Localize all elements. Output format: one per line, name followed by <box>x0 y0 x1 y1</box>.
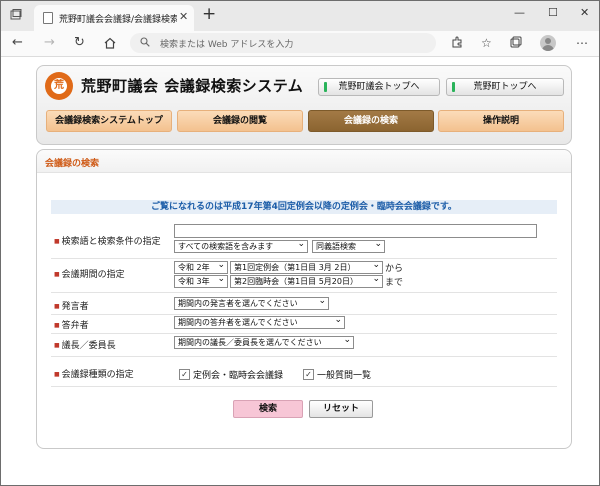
kind-regular-checkbox[interactable]: ✓ <box>179 369 190 380</box>
logo-char: 荒 <box>51 78 67 94</box>
period-from-meeting-select[interactable]: 第1回定例会（第1日目 3月 2日） <box>230 261 383 274</box>
green-bar-icon <box>452 82 455 92</box>
chair-label-text: 議長／委員長 <box>61 341 116 351</box>
extensions-icon[interactable] <box>451 36 463 51</box>
reset-button[interactable]: リセット <box>309 400 373 418</box>
chair-select[interactable]: 期間内の議長／委員長を選んでください <box>174 336 354 349</box>
bullet-icon: ■ <box>54 342 60 349</box>
search-button[interactable]: 検索 <box>233 400 303 418</box>
refresh-icon[interactable]: ↻ <box>74 35 85 50</box>
speaker-label-text: 発言者 <box>61 302 89 312</box>
chair-label: ■ 議長／委員長 <box>54 338 116 351</box>
row-separator <box>51 314 557 315</box>
bullet-icon: ■ <box>54 322 60 329</box>
availability-notice: ご覧になれるのは平成17年第4回定例会以降の定例会・臨時会会議録です。 <box>51 200 557 214</box>
page-content: 荒 荒野町議会 会議録検索システム 荒野町議会トップへ 荒野町トップへ 会議録検… <box>0 57 600 486</box>
kind-general-question-label: 一般質問一覧 <box>317 371 372 381</box>
maximize-icon[interactable]: ☐ <box>548 6 558 19</box>
period-from-suffix: から <box>385 264 404 274</box>
search-panel-header: 会議録の検索 <box>37 150 571 173</box>
tab-search[interactable]: 会議録の検索 <box>308 110 434 132</box>
kind-label-text: 会議録種類の指定 <box>61 370 134 380</box>
tab-browse[interactable]: 会議録の閲覧 <box>177 110 303 132</box>
browser-toolbar: ← → ↻ 検索または Web アドレスを入力 ☆ ⋯ <box>0 31 600 57</box>
row-separator <box>51 356 557 357</box>
council-top-link[interactable]: 荒野町議会トップへ <box>318 78 440 96</box>
tab-system-top[interactable]: 会議録検索システムトップ <box>46 110 172 132</box>
speaker-select[interactable]: 期間内の発言者を選んでください <box>174 297 329 310</box>
keyword-input[interactable] <box>174 224 537 238</box>
search-panel-title: 会議録の検索 <box>45 159 100 169</box>
town-logo-icon: 荒 <box>45 72 73 100</box>
site-header: 荒 荒野町議会 会議録検索システム 荒野町議会トップへ 荒野町トップへ 会議録検… <box>36 65 572 145</box>
answerer-label: ■ 答弁者 <box>54 318 89 331</box>
tab-close-icon[interactable]: ✕ <box>179 10 188 23</box>
council-top-label: 荒野町議会トップへ <box>338 82 420 92</box>
browser-titlebar: 荒野町議会会議録/会議録検索システム ✕ + — ☐ ✕ <box>0 0 600 31</box>
kind-general-question-checkbox[interactable]: ✓ <box>303 369 314 380</box>
period-label: ■ 会議期間の指定 <box>54 267 125 280</box>
window-close-icon[interactable]: ✕ <box>580 6 589 19</box>
tab-actions-icon[interactable] <box>10 9 22 21</box>
search-panel: 会議録の検索 ご覧になれるのは平成17年第4回定例会以降の定例会・臨時会会議録で… <box>36 149 572 449</box>
row-separator <box>51 258 557 259</box>
forward-icon[interactable]: → <box>44 35 55 50</box>
period-to-year-select[interactable]: 令和 3年 <box>174 275 228 288</box>
period-to-meeting-select[interactable]: 第2回臨時会（第1日目 5月20日） <box>230 275 383 288</box>
browser-tab[interactable]: 荒野町議会会議録/会議録検索システム ✕ <box>34 5 194 31</box>
profile-avatar[interactable] <box>540 35 556 51</box>
more-menu-icon[interactable]: ⋯ <box>576 36 588 50</box>
favorites-icon[interactable]: ☆ <box>481 36 492 50</box>
bullet-icon: ■ <box>54 303 60 310</box>
kind-label: ■ 会議録種類の指定 <box>54 367 134 380</box>
page-favicon-icon <box>43 12 53 24</box>
site-title: 荒野町議会 会議録検索システム <box>81 77 304 95</box>
collections-icon[interactable] <box>510 36 522 51</box>
keyword-condition-select[interactable]: すべての検索語を含みます <box>174 240 308 253</box>
town-top-label: 荒野町トップへ <box>473 82 537 92</box>
answerer-select[interactable]: 期間内の答弁者を選んでください <box>174 316 345 329</box>
tab-help[interactable]: 操作説明 <box>438 110 564 132</box>
row-separator <box>51 333 557 334</box>
synonym-select[interactable]: 同義語検索 <box>312 240 385 253</box>
keyword-label: ■ 検索語と検索条件の指定 <box>54 234 161 247</box>
answerer-label-text: 答弁者 <box>61 321 89 331</box>
kind-regular-label: 定例会・臨時会会議録 <box>193 371 284 381</box>
bullet-icon: ■ <box>54 371 60 378</box>
bullet-icon: ■ <box>54 238 60 245</box>
speaker-label: ■ 発言者 <box>54 299 89 312</box>
search-icon <box>140 37 150 50</box>
bullet-icon: ■ <box>54 271 60 278</box>
green-bar-icon <box>324 82 327 92</box>
minimize-icon[interactable]: — <box>514 6 525 19</box>
row-separator <box>51 292 557 293</box>
new-tab-icon[interactable]: + <box>202 4 216 24</box>
main-nav: 会議録検索システムトップ 会議録の閲覧 会議録の検索 操作説明 <box>46 110 564 134</box>
home-icon[interactable] <box>104 35 116 53</box>
back-icon[interactable]: ← <box>12 35 23 50</box>
address-bar[interactable]: 検索または Web アドレスを入力 <box>130 33 436 53</box>
keyword-label-text: 検索語と検索条件の指定 <box>61 237 161 247</box>
town-top-link[interactable]: 荒野町トップへ <box>446 78 564 96</box>
period-from-year-select[interactable]: 令和 2年 <box>174 261 228 274</box>
period-to-suffix: まで <box>385 278 404 288</box>
period-label-text: 会議期間の指定 <box>61 270 125 280</box>
tab-title: 荒野町議会会議録/会議録検索システム <box>59 15 177 25</box>
row-separator <box>51 386 557 387</box>
address-placeholder: 検索または Web アドレスを入力 <box>160 40 294 50</box>
